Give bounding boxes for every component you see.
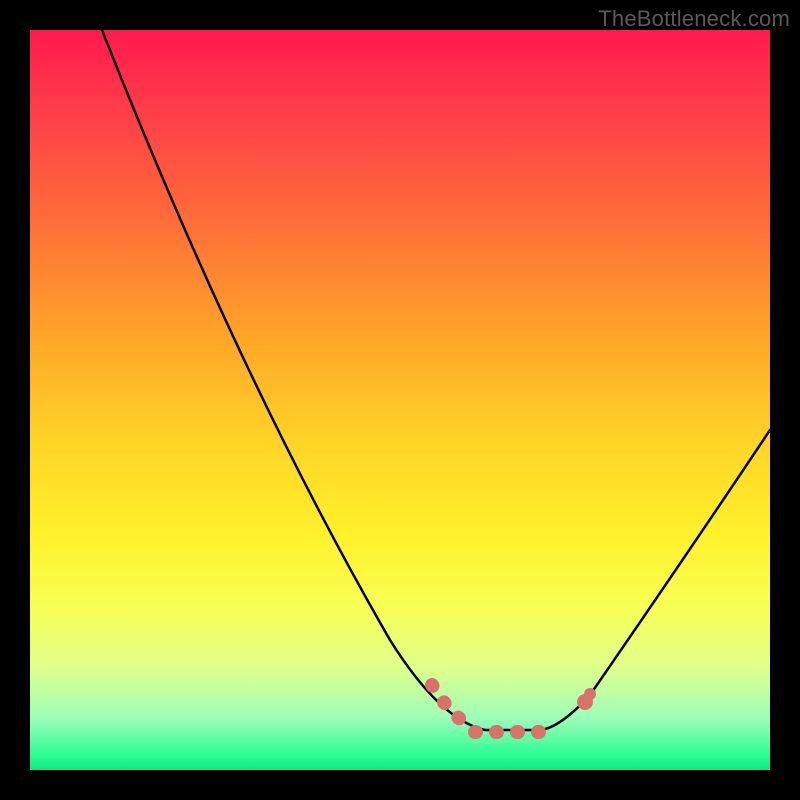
chart-svg <box>30 30 770 770</box>
watermark-text: TheBottleneck.com <box>598 6 790 32</box>
chart-frame: TheBottleneck.com <box>0 0 800 800</box>
plot-area <box>30 30 770 770</box>
optimal-band <box>432 685 596 732</box>
bottleneck-curve <box>102 30 770 730</box>
